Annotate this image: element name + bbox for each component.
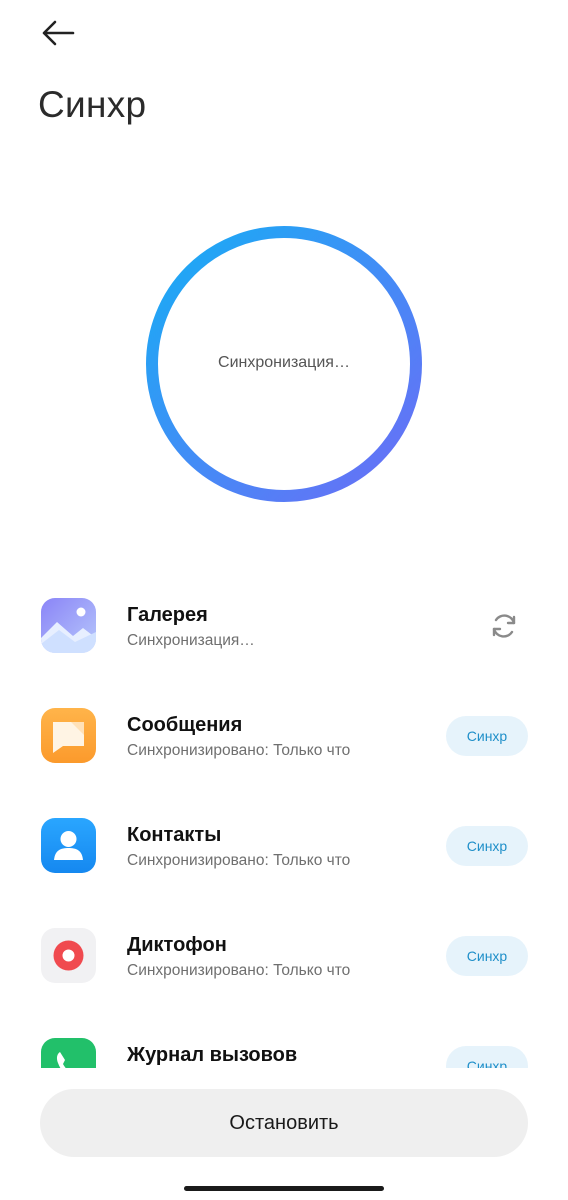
app-name: Диктофон (127, 934, 227, 956)
sync-button[interactable]: Синхр (446, 936, 528, 976)
app-name: Контакты (127, 824, 222, 846)
arrow-left-icon (42, 20, 75, 46)
sync-button[interactable]: Синхр (446, 716, 528, 756)
list-item-call-log[interactable]: Журнал вызовов Синхр (0, 1010, 568, 1068)
page-title: Синхр (38, 84, 147, 125)
home-indicator[interactable] (184, 1186, 384, 1191)
list-item-recorder[interactable]: Диктофон Синхронизировано: Только что Си… (0, 900, 568, 1010)
stop-button[interactable]: Остановить (40, 1089, 528, 1157)
gallery-icon (41, 598, 96, 653)
app-name: Галерея (127, 604, 208, 626)
app-name: Сообщения (127, 714, 243, 736)
sync-progress-ring: Синхронизация… (144, 224, 424, 504)
app-sync-status: Синхронизация… (127, 632, 255, 649)
sync-button[interactable]: Синхр (446, 826, 528, 866)
contacts-icon (41, 818, 96, 873)
app-sync-status: Синхронизировано: Только что (127, 962, 351, 979)
messages-icon (41, 708, 96, 763)
app-sync-list: Галерея Синхронизация… Сообщения Синхрон… (0, 570, 568, 1068)
sync-status-text: Синхронизация… (218, 354, 350, 371)
list-item-gallery[interactable]: Галерея Синхронизация… (0, 570, 568, 680)
sync-button[interactable]: Синхр (446, 1046, 528, 1068)
back-button[interactable] (36, 14, 80, 52)
list-item-contacts[interactable]: Контакты Синхронизировано: Только что Си… (0, 790, 568, 900)
recorder-icon (41, 928, 96, 983)
phone-icon (41, 1038, 96, 1068)
app-sync-status: Синхронизировано: Только что (127, 852, 351, 869)
app-sync-status: Синхронизировано: Только что (127, 742, 351, 759)
refresh-icon (492, 614, 516, 638)
app-name: Журнал вызовов (127, 1044, 298, 1066)
list-item-messages[interactable]: Сообщения Синхронизировано: Только что С… (0, 680, 568, 790)
